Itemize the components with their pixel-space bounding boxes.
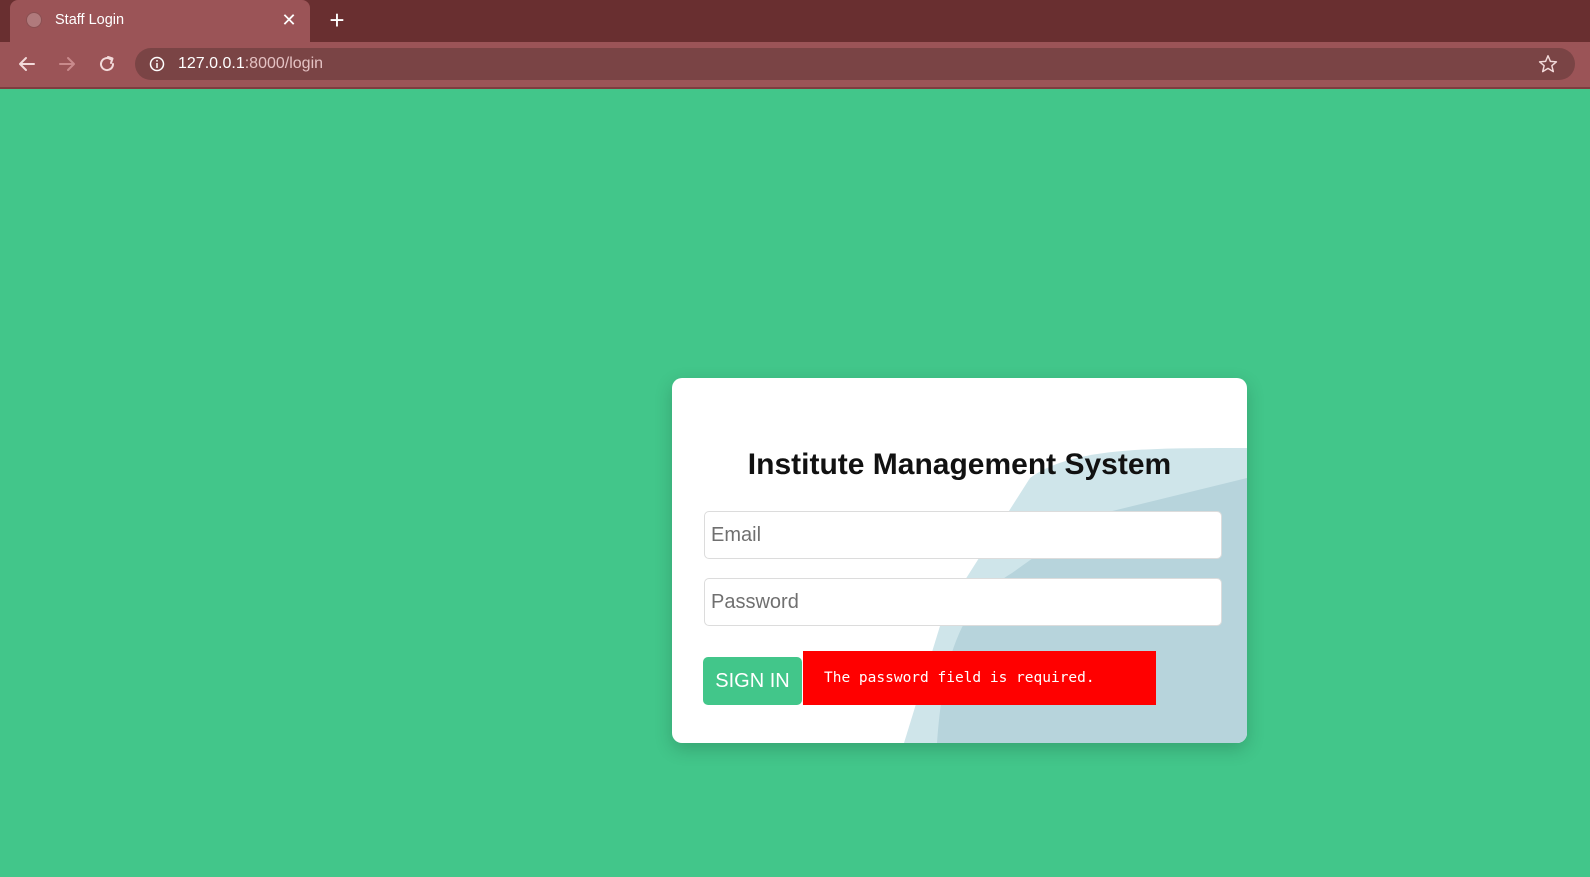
browser-toolbar: 127.0.0.1:8000/login [0,42,1590,89]
plus-icon[interactable]: + [325,7,349,33]
password-input[interactable] [704,578,1222,626]
tab-title: Staff Login [55,12,125,28]
url-host: 127.0.0.1 [178,55,245,72]
email-input[interactable] [704,511,1222,559]
sign-in-button[interactable]: SIGN IN [703,657,802,705]
browser-tab-staff-login[interactable]: Staff Login ✕ [10,0,310,42]
error-message-box: The password field is required. [803,651,1156,705]
browser-tabstrip: Staff Login ✕ + [0,0,1590,42]
address-url: 127.0.0.1:8000/login [178,55,323,73]
reload-icon[interactable] [93,50,121,78]
globe-icon [26,12,42,28]
info-icon[interactable] [149,56,165,72]
error-message: The password field is required. [824,670,1095,686]
url-path: :8000/login [244,55,324,72]
arrow-left-icon[interactable] [13,50,41,78]
login-title: Institute Management System [747,448,1172,481]
star-icon[interactable] [1537,53,1559,75]
arrow-right-icon[interactable] [53,50,81,78]
address-bar[interactable]: 127.0.0.1:8000/login [135,48,1575,80]
close-icon[interactable]: ✕ [280,11,298,29]
login-card: Institute Management System SIGN IN The … [672,378,1247,743]
